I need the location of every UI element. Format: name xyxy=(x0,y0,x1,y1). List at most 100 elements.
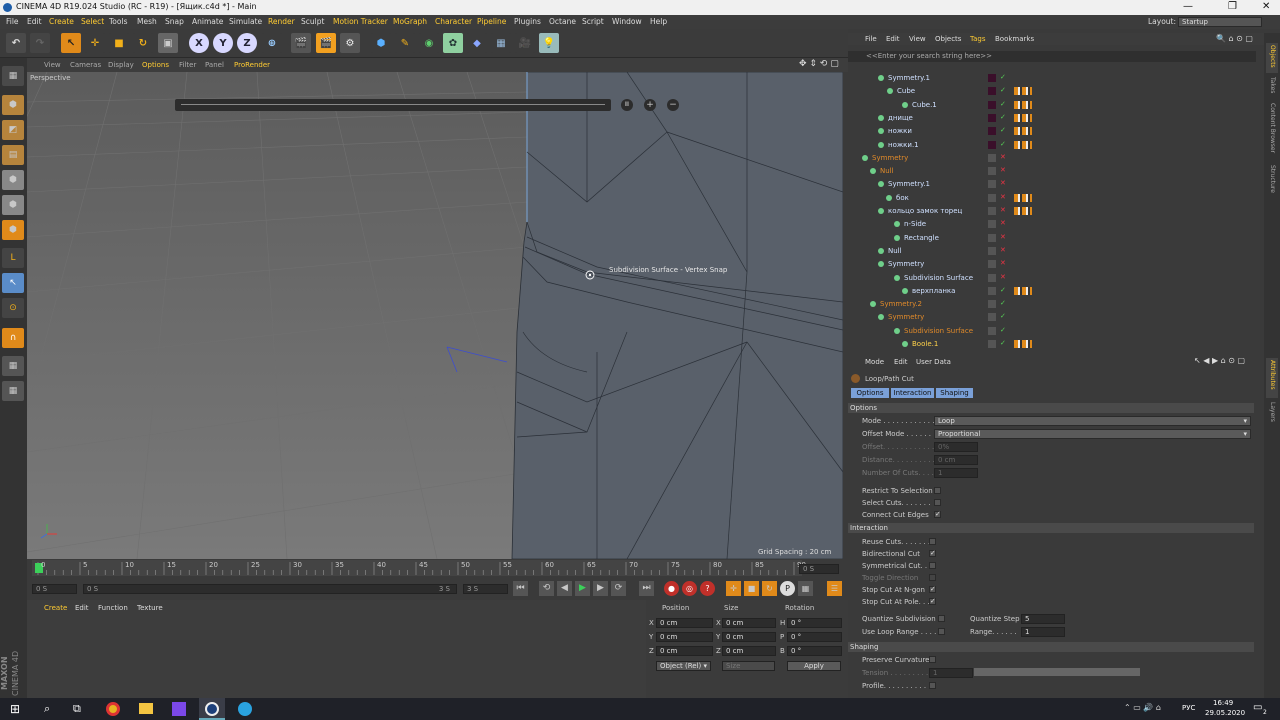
layer-swatch[interactable] xyxy=(988,286,996,295)
object-name[interactable]: верхпланка xyxy=(912,287,955,295)
layer-swatch[interactable] xyxy=(988,87,996,96)
prev-key-icon[interactable]: ⟲ xyxy=(539,581,554,596)
menu-edit[interactable]: Edit xyxy=(27,17,42,26)
light-icon[interactable]: 💡 xyxy=(539,33,559,53)
polygons-mode-icon[interactable]: ⬢ xyxy=(2,220,24,240)
object-name[interactable]: днище xyxy=(888,114,913,122)
next-frame-icon[interactable]: ▶ xyxy=(593,581,608,596)
timeline-ruler[interactable]: 051015202530354045505560657075808590 xyxy=(32,560,806,576)
cube-primitive-icon[interactable]: ⬢ xyxy=(371,33,391,53)
mat-menu-function[interactable]: Function xyxy=(98,604,128,612)
search-icon[interactable]: ⌕ xyxy=(44,702,50,716)
object-row[interactable]: Null ✕ xyxy=(848,245,1248,258)
floor-icon[interactable]: ▦ xyxy=(491,33,511,53)
telegram-icon[interactable] xyxy=(238,702,252,716)
layer-swatch[interactable] xyxy=(988,273,996,282)
menu-render[interactable]: Render xyxy=(268,17,295,26)
om-menu-bookmarks[interactable]: Bookmarks xyxy=(995,35,1034,43)
menu-script[interactable]: Script xyxy=(582,17,604,26)
object-name[interactable]: ножки.1 xyxy=(888,141,919,149)
object-name[interactable]: Null xyxy=(888,247,902,255)
tab-objects-side[interactable]: Objects xyxy=(1266,43,1278,73)
object-row[interactable]: кольцо замок торец ✕ xyxy=(848,205,1248,218)
vp-menu-cameras[interactable]: Cameras xyxy=(70,61,101,69)
notification-icon[interactable]: ▭ xyxy=(1253,702,1262,713)
prev-frame-icon[interactable]: ◀ xyxy=(557,581,572,596)
object-row[interactable]: Symmetry.2 ✓ xyxy=(848,298,1248,311)
object-name[interactable]: Symmetry xyxy=(888,313,924,321)
workplane-lock-icon[interactable]: ▦ xyxy=(2,356,24,376)
menu-select[interactable]: Select xyxy=(81,17,104,26)
layer-swatch[interactable] xyxy=(988,180,996,189)
timeline-layout-icon[interactable]: ☰ xyxy=(827,581,842,596)
symm-checkbox[interactable] xyxy=(929,562,936,569)
windows-start-icon[interactable]: ⊞ xyxy=(10,702,20,716)
profile-checkbox[interactable] xyxy=(929,682,936,689)
material-tag-icon[interactable] xyxy=(1014,87,1032,96)
quant-step-field[interactable]: 5 xyxy=(1021,614,1065,624)
tab-interaction[interactable]: Interaction xyxy=(891,388,934,398)
object-row[interactable]: днище ✓ xyxy=(848,112,1248,125)
vp-menu-panel[interactable]: Panel xyxy=(205,61,224,69)
workplane-icon[interactable]: ▤ xyxy=(2,145,24,165)
visibility-status-icon[interactable]: ✓ xyxy=(1000,140,1006,148)
object-name[interactable]: Symmetry.1 xyxy=(888,180,930,188)
select-cuts-checkbox[interactable] xyxy=(934,499,941,506)
menu-create[interactable]: Create xyxy=(49,17,74,26)
axis-x-button[interactable]: X xyxy=(189,33,209,53)
layer-swatch[interactable] xyxy=(988,100,996,109)
coordinate-system-icon[interactable]: ⊕ xyxy=(262,33,282,53)
make-editable-icon[interactable]: ▦ xyxy=(2,66,24,86)
am-menu-mode[interactable]: Mode xyxy=(865,358,884,366)
tray-time[interactable]: 16:49 xyxy=(1213,699,1233,707)
om-menu-file[interactable]: File xyxy=(865,35,877,43)
object-name[interactable]: Rectangle xyxy=(904,234,939,242)
range-slider[interactable]: 0 S3 S xyxy=(83,584,457,594)
move-icon[interactable]: ✛ xyxy=(85,33,105,53)
visibility-status-icon[interactable]: ✓ xyxy=(1000,286,1006,294)
material-tag-icon[interactable] xyxy=(1014,100,1032,109)
menu-file[interactable]: File xyxy=(6,17,19,26)
om-search-input[interactable]: <<Enter your search string here>> xyxy=(866,52,992,60)
object-row[interactable]: Cube.1 ✓ xyxy=(848,99,1248,112)
layer-swatch[interactable] xyxy=(988,153,996,162)
am-menu-edit[interactable]: Edit xyxy=(894,358,908,366)
object-row[interactable]: n-Side ✕ xyxy=(848,218,1248,231)
mode-select[interactable]: Loop ▾ xyxy=(934,416,1251,426)
layer-swatch[interactable] xyxy=(988,313,996,322)
close-icon[interactable]: ✕ xyxy=(1262,1,1270,12)
visibility-status-icon[interactable]: ✕ xyxy=(1000,233,1006,241)
material-tag-icon[interactable] xyxy=(1014,340,1032,348)
object-row[interactable]: Symmetry.1 ✕ xyxy=(848,178,1248,191)
material-tag-icon[interactable] xyxy=(1014,193,1032,202)
menu-tools[interactable]: Tools xyxy=(109,17,127,26)
record-icon[interactable]: ● xyxy=(664,581,679,596)
layer-swatch[interactable] xyxy=(988,326,996,335)
snap-icon[interactable]: ∩ xyxy=(2,328,24,348)
object-name[interactable]: Cube xyxy=(897,87,915,95)
scale-icon[interactable]: ■ xyxy=(109,33,129,53)
object-row[interactable]: Subdivision Surface ✕ xyxy=(848,272,1248,285)
visibility-status-icon[interactable]: ✕ xyxy=(1000,273,1006,281)
layer-swatch[interactable] xyxy=(988,167,996,176)
viewport-nav-icons[interactable]: ✥ ⇕ ⟲ ▢ xyxy=(799,59,839,69)
menu-animate[interactable]: Animate xyxy=(192,17,223,26)
tab-structure-side[interactable]: Structure xyxy=(1266,163,1278,197)
material-tag-icon[interactable] xyxy=(1014,113,1032,122)
hud-minus-icon[interactable]: − xyxy=(667,99,679,111)
visibility-status-icon[interactable]: ✕ xyxy=(1000,153,1006,161)
layer-swatch[interactable] xyxy=(988,340,996,348)
object-row[interactable]: Rectangle ✕ xyxy=(848,232,1248,245)
quantize-icon[interactable]: ▦ xyxy=(2,381,24,401)
tab-content-browser-side[interactable]: Content Browser xyxy=(1266,101,1278,161)
rotation-field[interactable]: 0 ° xyxy=(787,618,842,628)
subdivision-surface-icon[interactable]: ◉ xyxy=(419,33,439,53)
menu-snap[interactable]: Snap xyxy=(165,17,184,26)
om-menu-view[interactable]: View xyxy=(909,35,926,43)
object-name[interactable]: ножки xyxy=(888,127,912,135)
offset-mode-select[interactable]: Proportional ▾ xyxy=(934,429,1251,439)
object-name[interactable]: Subdivision Surface xyxy=(904,327,973,335)
layer-swatch[interactable] xyxy=(988,127,996,136)
visibility-status-icon[interactable]: ✓ xyxy=(1000,126,1006,134)
render-picture-viewer-icon[interactable]: 🎬 xyxy=(316,33,336,53)
